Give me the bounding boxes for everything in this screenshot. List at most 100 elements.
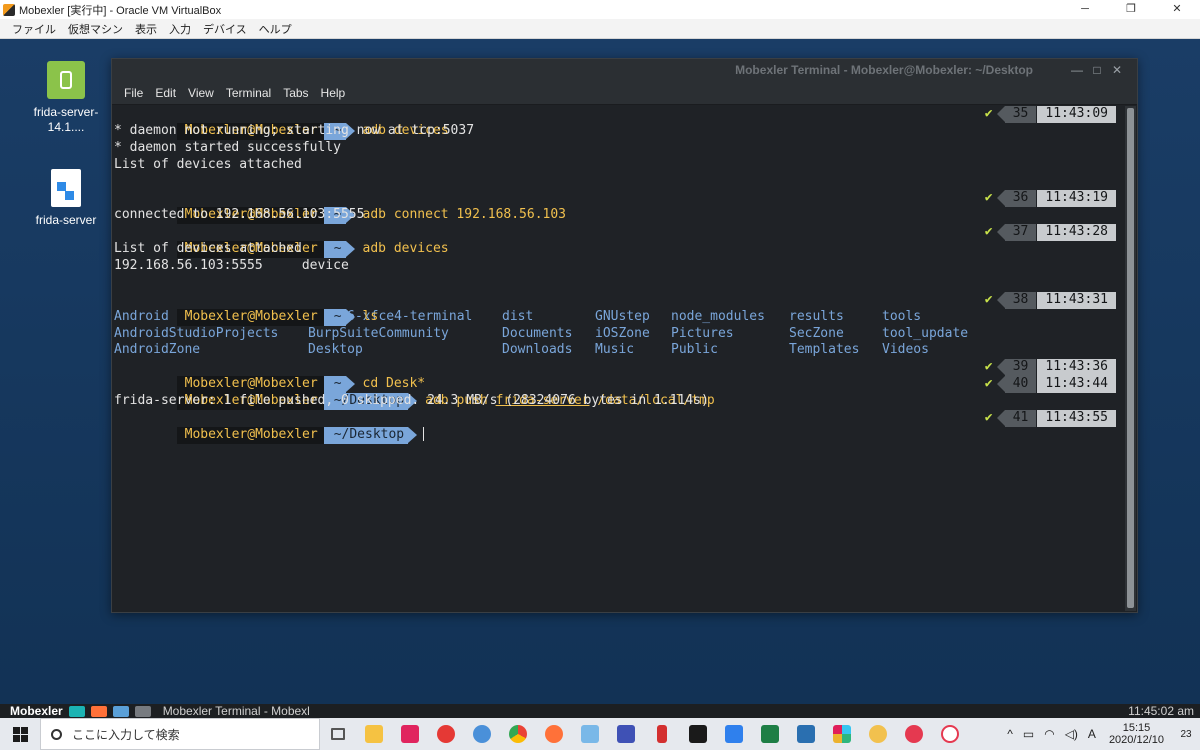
success-check-icon: ✔ bbox=[984, 224, 993, 240]
success-check-icon: ✔ bbox=[984, 106, 993, 121]
desktop-icon-frida-server[interactable]: frida-server bbox=[26, 169, 106, 228]
tray-volume-icon[interactable]: ◁) bbox=[1065, 727, 1078, 741]
prompt-line: Mobexler@Mobexler ~ ls ✔ 38 11:43:31 bbox=[114, 291, 1124, 326]
host-taskbar: ここに入力して検索 ^ ▭ ◠ ◁) A 15:15 2020/12/10 23 bbox=[0, 718, 1200, 750]
taskbar-app-excel[interactable] bbox=[755, 718, 785, 750]
tray-ime-indicator[interactable]: A bbox=[1088, 727, 1096, 741]
taskbar-app-sync[interactable] bbox=[431, 718, 461, 750]
text-cursor[interactable] bbox=[423, 427, 425, 442]
taskbar-clock[interactable]: 15:15 2020/12/10 bbox=[1109, 722, 1164, 746]
right-prompt-arrow-icon bbox=[996, 190, 1005, 207]
task-view-icon bbox=[331, 728, 345, 740]
slack-icon bbox=[833, 725, 851, 743]
ls-entry: Videos bbox=[882, 342, 929, 358]
panel-terminal-icon[interactable] bbox=[134, 705, 151, 717]
app-icon bbox=[869, 725, 887, 743]
excel-icon bbox=[761, 725, 779, 743]
app-icon bbox=[657, 725, 667, 743]
output-line: List of devices attached bbox=[114, 241, 302, 257]
panel-files-icon[interactable] bbox=[112, 705, 129, 717]
host-menu-view[interactable]: 表示 bbox=[135, 21, 157, 37]
guest-panel: Mobexler Mobexler Terminal - Mobexl 11:4… bbox=[0, 704, 1200, 718]
host-menu-machine[interactable]: 仮想マシン bbox=[68, 21, 123, 37]
taskbar-search[interactable]: ここに入力して検索 bbox=[40, 718, 320, 750]
taskbar-app-pink[interactable] bbox=[395, 718, 425, 750]
right-prompt: ✔ 36 11:43:19 bbox=[981, 190, 1116, 208]
terminal-output[interactable]: Mobexler@Mobexler ~ adb devices ✔ 35 11:43:0… bbox=[113, 106, 1124, 611]
tray-network-icon[interactable]: ▭ bbox=[1023, 727, 1034, 741]
output-line: * daemon not running; starting now at tc… bbox=[114, 122, 475, 138]
terminal-minimize-button[interactable]: — bbox=[1067, 63, 1087, 77]
terminal-menu-terminal[interactable]: Terminal bbox=[226, 86, 271, 100]
taskbar-app-terminal[interactable] bbox=[683, 718, 713, 750]
ls-entry: Documents bbox=[502, 325, 573, 341]
terminal-menu-view[interactable]: View bbox=[188, 86, 214, 100]
tray-chevron-icon[interactable]: ^ bbox=[1007, 727, 1013, 741]
taskbar-app-oo2[interactable] bbox=[935, 718, 965, 750]
success-check-icon: ✔ bbox=[984, 291, 993, 307]
output-line: connected to 192.168.56.103:5555 bbox=[114, 207, 365, 223]
prompt-line-current: Mobexler@Mobexler ~/Desktop ✔ 41 11:43:55 bbox=[114, 410, 1124, 444]
taskbar-app-task-view[interactable] bbox=[323, 718, 353, 750]
taskbar-app-notes[interactable] bbox=[575, 718, 605, 750]
output-line: List of devices attached bbox=[114, 156, 302, 172]
history-number: 35 bbox=[1004, 106, 1037, 123]
app-icon bbox=[905, 725, 923, 743]
tray-wifi-icon[interactable]: ◠ bbox=[1044, 727, 1054, 741]
panel-launcher-icon[interactable] bbox=[68, 705, 85, 717]
search-icon bbox=[51, 728, 62, 740]
ls-output-row: AndroidStudioProjects BurpSuiteCommunity… bbox=[114, 326, 1124, 343]
terminal-maximize-button[interactable]: □ bbox=[1087, 63, 1107, 77]
notification-center-button[interactable]: 23 bbox=[1172, 729, 1200, 740]
panel-firefox-icon[interactable] bbox=[90, 705, 107, 717]
terminal-close-button[interactable]: ✕ bbox=[1107, 63, 1127, 77]
ls-entry: SecZone bbox=[789, 325, 844, 341]
right-prompt-arrow-icon bbox=[996, 359, 1005, 376]
host-menu-devices[interactable]: デバイス bbox=[203, 21, 247, 37]
host-restore-button[interactable]: ❐ bbox=[1108, 0, 1154, 19]
taskbar-app-draw[interactable] bbox=[467, 718, 497, 750]
terminal-scrollbar[interactable] bbox=[1125, 106, 1136, 611]
taskbar-app-virtualbox[interactable] bbox=[791, 718, 821, 750]
taskbar-app-red[interactable] bbox=[647, 718, 677, 750]
host-minimize-button[interactable]: ─ bbox=[1062, 0, 1108, 19]
desktop-icon-frida-apk[interactable]: frida-server-14.1.... bbox=[26, 61, 106, 135]
taskbar-app-firefox[interactable] bbox=[539, 718, 569, 750]
virtualbox-app-icon bbox=[3, 3, 15, 16]
taskbar-app-dart[interactable] bbox=[611, 718, 641, 750]
taskbar-app-yellow[interactable] bbox=[863, 718, 893, 750]
host-window-title: Mobexler [実行中] - Oracle VM VirtualBox bbox=[19, 4, 222, 17]
terminal-menu-tabs[interactable]: Tabs bbox=[283, 86, 308, 100]
host-menu-help[interactable]: ヘルプ bbox=[259, 21, 292, 37]
firefox-icon bbox=[545, 725, 563, 743]
terminal-menu-file[interactable]: File bbox=[124, 86, 143, 100]
prompt-line: Mobexler@Mobexler ~ adb connect 192.168.56… bbox=[114, 190, 1124, 225]
windows-start-button[interactable] bbox=[0, 718, 40, 750]
command-time: 11:43:09 bbox=[1037, 106, 1116, 123]
taskbar-app-oo[interactable] bbox=[899, 718, 929, 750]
taskbar-app-explorer[interactable] bbox=[359, 718, 389, 750]
desktop-icon-label: frida-server-14.1.... bbox=[33, 105, 99, 134]
guest-panel-task[interactable]: Mobexler Terminal - Mobexl bbox=[163, 704, 310, 718]
taskbar-app-photos[interactable] bbox=[719, 718, 749, 750]
right-prompt: ✔ 40 11:43:44 bbox=[981, 376, 1116, 394]
terminal-menu-help[interactable]: Help bbox=[321, 86, 346, 100]
host-menu-file[interactable]: ファイル bbox=[12, 21, 56, 37]
ls-entry: GNUstep bbox=[595, 308, 650, 324]
prompt-user: Mobexler@Mobexler bbox=[176, 308, 324, 326]
host-menu-input[interactable]: 入力 bbox=[169, 21, 191, 37]
ls-entry: node_modules bbox=[671, 308, 765, 324]
guest-panel-label[interactable]: Mobexler bbox=[10, 704, 63, 718]
ls-entry: Downloads bbox=[502, 342, 573, 358]
taskbar-app-chrome[interactable] bbox=[503, 718, 533, 750]
terminal-icon bbox=[689, 725, 707, 743]
host-close-button[interactable]: ✕ bbox=[1154, 0, 1200, 19]
guest-panel-clock: 11:45:02 am bbox=[1128, 704, 1194, 718]
taskbar-app-slack[interactable] bbox=[827, 718, 857, 750]
notes-icon bbox=[581, 725, 599, 743]
right-prompt: ✔ 39 11:43:36 bbox=[981, 359, 1116, 377]
terminal-scrollbar-thumb[interactable] bbox=[1127, 108, 1134, 608]
right-prompt-arrow-icon bbox=[996, 106, 1005, 122]
terminal-menu-edit[interactable]: Edit bbox=[155, 86, 176, 100]
